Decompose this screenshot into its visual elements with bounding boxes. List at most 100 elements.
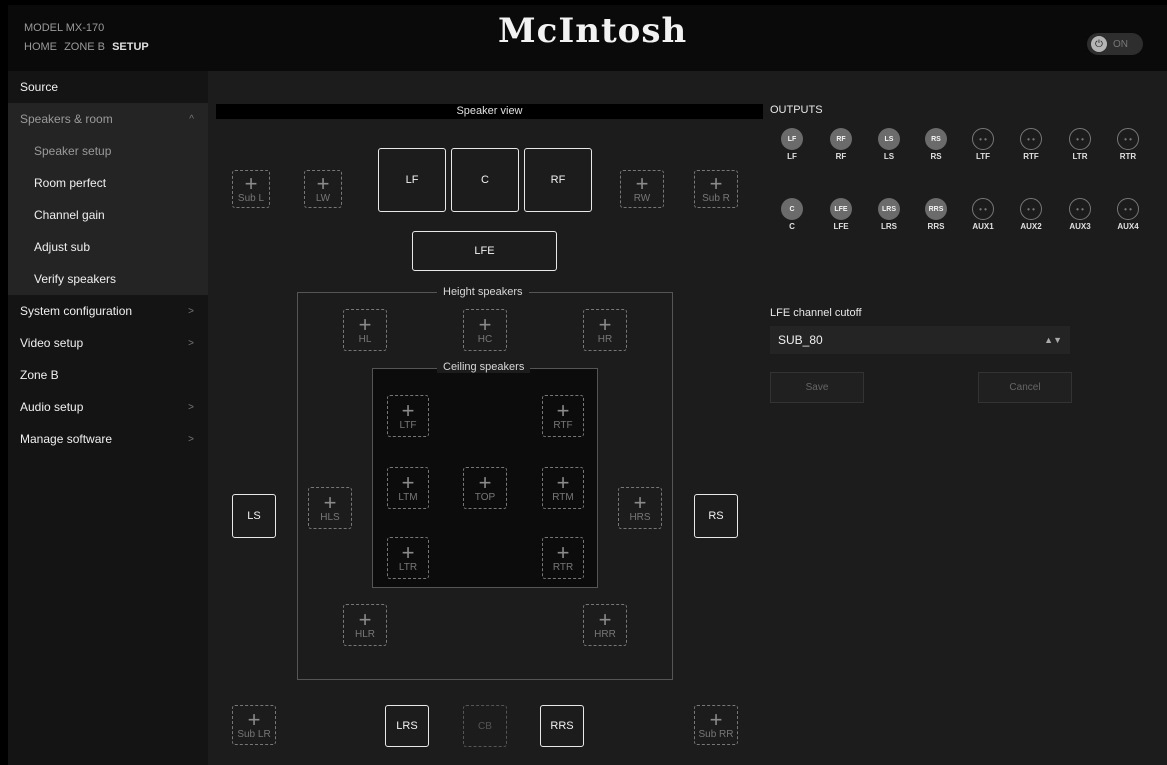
speaker-hls-add[interactable]: + HLS <box>308 487 352 529</box>
speaker-rf[interactable]: RF <box>524 148 592 212</box>
speaker-rw-add[interactable]: + RW <box>620 170 664 208</box>
output-rs[interactable]: RS RS <box>921 128 951 161</box>
ceiling-speakers-label: Ceiling speakers <box>437 361 531 373</box>
plus-icon: + <box>358 311 372 337</box>
sidebar-item-label: Verify speakers <box>34 272 117 286</box>
speaker-lf[interactable]: LF <box>378 148 446 212</box>
plus-icon: + <box>244 170 258 196</box>
speaker-rs[interactable]: RS <box>694 494 738 538</box>
sidebar-item-label: Manage software <box>20 432 113 446</box>
output-dot: RRS <box>925 198 947 220</box>
nav-setup[interactable]: SETUP <box>112 41 149 53</box>
speaker-label: LTM <box>398 491 418 503</box>
output-lrs[interactable]: LRS LRS <box>874 198 904 231</box>
sidebar: Source Speakers & room ^ Speaker setup R… <box>8 71 208 765</box>
speaker-rrs[interactable]: RRS <box>540 705 584 747</box>
output-dot: • • <box>1069 128 1091 150</box>
sidebar-item-speaker-setup[interactable]: Speaker setup <box>8 135 208 167</box>
speaker-ls[interactable]: LS <box>232 494 276 538</box>
speaker-label: RTF <box>553 419 573 431</box>
speaker-label: HC <box>477 333 493 345</box>
output-dot: RF <box>830 128 852 150</box>
speaker-hr-add[interactable]: + HR <box>583 309 627 351</box>
output-label: LTF <box>975 152 991 161</box>
model-name: MODEL MX-170 <box>24 22 105 34</box>
speaker-hlr-add[interactable]: + HLR <box>343 604 387 646</box>
plus-icon: + <box>635 170 649 196</box>
lfe-cutoff-select[interactable]: SUB_80 ▲▼ <box>770 326 1070 354</box>
sidebar-item-speakers-room[interactable]: Speakers & room ^ <box>8 103 208 135</box>
output-ltf[interactable]: • • LTF <box>968 128 998 161</box>
output-aux3[interactable]: • • AUX3 <box>1065 198 1095 231</box>
output-ltr[interactable]: • • LTR <box>1065 128 1095 161</box>
speaker-label: Sub L <box>237 192 265 204</box>
nav-zone-b[interactable]: ZONE B <box>64 41 105 53</box>
speaker-lrs[interactable]: LRS <box>385 705 429 747</box>
plus-icon: + <box>598 311 612 337</box>
height-speakers-label: Height speakers <box>437 286 529 298</box>
sidebar-item-source[interactable]: Source <box>8 71 208 103</box>
output-rrs[interactable]: RRS RRS <box>921 198 951 231</box>
output-label: RS <box>930 152 942 161</box>
speaker-rtf-add[interactable]: + RTF <box>542 395 584 437</box>
output-aux1[interactable]: • • AUX1 <box>968 198 998 231</box>
output-label: AUX3 <box>1069 222 1091 231</box>
speaker-lw-add[interactable]: + LW <box>304 170 342 208</box>
speaker-hc-add[interactable]: + HC <box>463 309 507 351</box>
output-aux2[interactable]: • • AUX2 <box>1016 198 1046 231</box>
output-ls[interactable]: LS LS <box>874 128 904 161</box>
nav-home[interactable]: HOME <box>24 41 57 53</box>
speaker-rtm-add[interactable]: + RTM <box>542 467 584 509</box>
chevron-right-icon: > <box>188 305 194 317</box>
power-label: ON <box>1113 38 1128 50</box>
sidebar-item-audio-setup[interactable]: Audio setup > <box>8 391 208 423</box>
output-label: AUX2 <box>1020 222 1042 231</box>
speaker-hl-add[interactable]: + HL <box>343 309 387 351</box>
speaker-sub-lr-add[interactable]: + Sub LR <box>232 705 276 745</box>
sidebar-item-room-perfect[interactable]: Room perfect <box>8 167 208 199</box>
speaker-lfe[interactable]: LFE <box>412 231 557 271</box>
output-rf[interactable]: RF RF <box>826 128 856 161</box>
output-lf[interactable]: LF LF <box>777 128 807 161</box>
speaker-sub-l-add[interactable]: + Sub L <box>232 170 270 208</box>
speaker-ltr-add[interactable]: + LTR <box>387 537 429 579</box>
save-button[interactable]: Save <box>770 372 864 403</box>
power-toggle[interactable]: ⏻ ON <box>1087 33 1143 55</box>
speaker-c[interactable]: C <box>451 148 519 212</box>
output-rtf[interactable]: • • RTF <box>1016 128 1046 161</box>
sidebar-item-system-configuration[interactable]: System configuration > <box>8 295 208 327</box>
speaker-sub-r-add[interactable]: + Sub R <box>694 170 738 208</box>
speaker-top-add[interactable]: + TOP <box>463 467 507 509</box>
output-aux4[interactable]: • • AUX4 <box>1113 198 1143 231</box>
output-lfe[interactable]: LFE LFE <box>826 198 856 231</box>
speaker-rtr-add[interactable]: + RTR <box>542 537 584 579</box>
sidebar-item-manage-software[interactable]: Manage software > <box>8 423 208 455</box>
output-dot: • • <box>1020 128 1042 150</box>
speaker-cb-add[interactable]: CB <box>463 705 507 747</box>
cancel-button[interactable]: Cancel <box>978 372 1072 403</box>
speaker-ltm-add[interactable]: + LTM <box>387 467 429 509</box>
plus-icon: + <box>323 489 337 515</box>
sidebar-item-adjust-sub[interactable]: Adjust sub <box>8 231 208 263</box>
sidebar-item-verify-speakers[interactable]: Verify speakers <box>8 263 208 295</box>
mcintosh-logo: McIntosh <box>498 11 688 51</box>
speaker-ltf-add[interactable]: + LTF <box>387 395 429 437</box>
speaker-label: Sub R <box>702 192 730 204</box>
sidebar-item-label: Source <box>20 80 59 94</box>
plus-icon: + <box>401 539 415 565</box>
speaker-hrs-add[interactable]: + HRS <box>618 487 662 529</box>
speaker-sub-rr-add[interactable]: + Sub RR <box>694 705 738 745</box>
speaker-label: HLS <box>320 511 340 523</box>
plus-icon: + <box>247 706 261 732</box>
power-icon: ⏻ <box>1091 36 1107 52</box>
output-label: LF <box>787 152 797 161</box>
plus-icon: + <box>401 469 415 495</box>
speaker-label: HR <box>597 333 613 345</box>
sidebar-item-video-setup[interactable]: Video setup > <box>8 327 208 359</box>
speaker-hrr-add[interactable]: + HRR <box>583 604 627 646</box>
sidebar-item-zone-b[interactable]: Zone B <box>8 359 208 391</box>
output-c[interactable]: C C <box>777 198 807 231</box>
output-rtr[interactable]: • • RTR <box>1113 128 1143 161</box>
sidebar-item-channel-gain[interactable]: Channel gain <box>8 199 208 231</box>
plus-icon: + <box>556 397 570 423</box>
